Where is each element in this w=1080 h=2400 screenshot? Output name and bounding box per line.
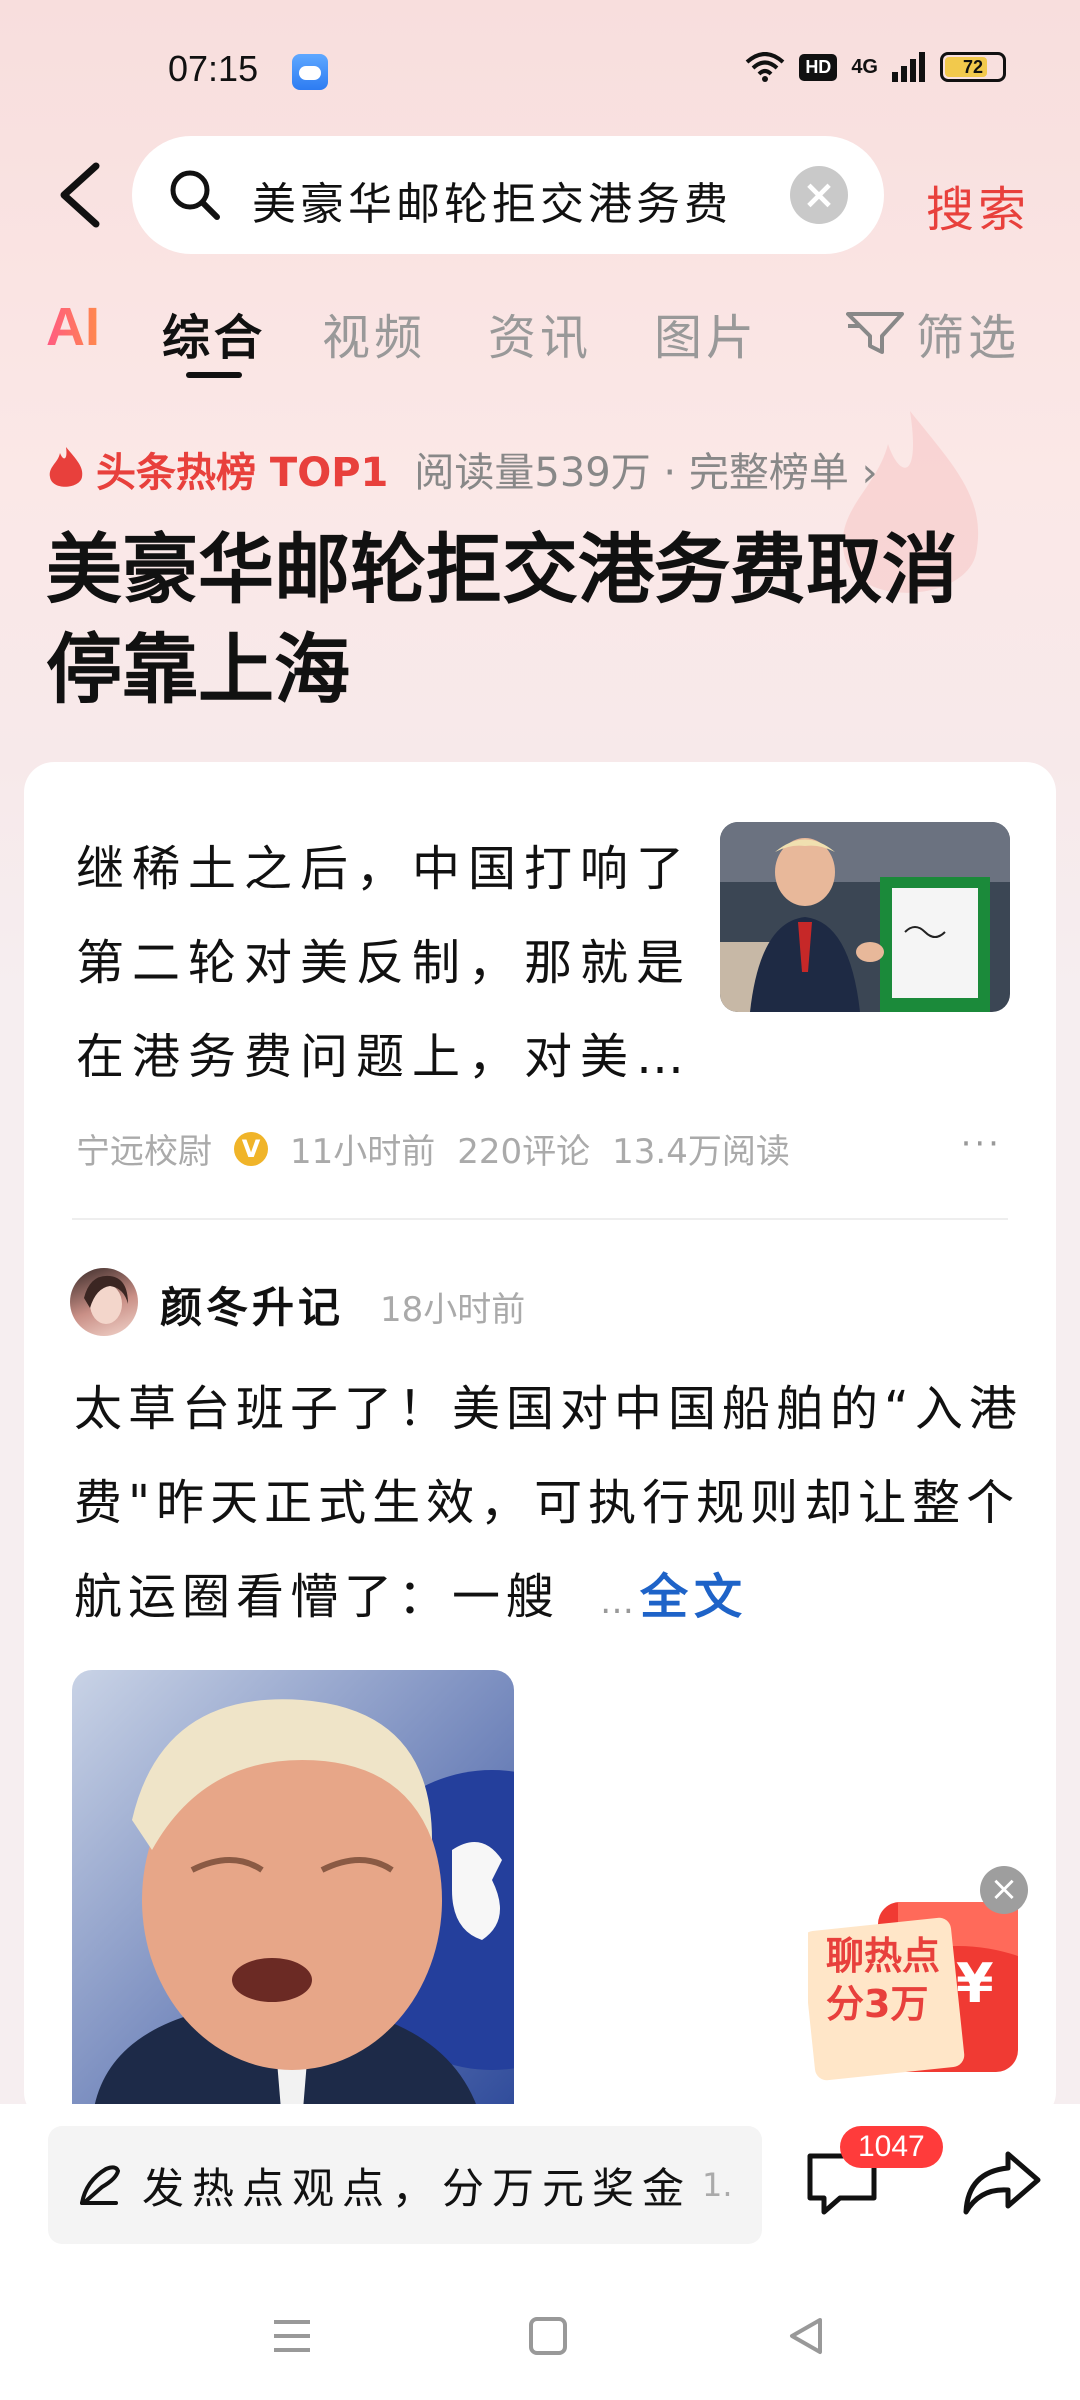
network-type: 4G xyxy=(851,55,878,78)
search-icon xyxy=(170,170,220,220)
article2-body: 太草台班子了！美国对中国船舶的“入港费"昨天正式生效，可执行规则却让整个航运圈看… xyxy=(74,1381,1023,1625)
comment-input[interactable]: 发热点观点，分万元奖金 1. xyxy=(48,2126,762,2244)
tab-video[interactable]: 视频 xyxy=(322,298,426,368)
comment-placeholder-tail: 1. xyxy=(702,2166,733,2204)
article2-image[interactable] xyxy=(72,1670,514,2122)
home-nav-icon[interactable] xyxy=(528,2316,568,2356)
filter-icon xyxy=(846,312,904,354)
article2-time: 18小时前 xyxy=(380,1290,526,1330)
filter-button[interactable]: 筛选 xyxy=(846,298,1020,368)
status-time: 07:15 xyxy=(168,48,259,89)
weather-icon xyxy=(292,54,328,90)
promo-text: 聊热点 分3万 xyxy=(826,1932,940,2028)
back-arrow-icon[interactable] xyxy=(52,160,112,230)
verified-badge-icon: V xyxy=(234,1131,268,1166)
article1-author[interactable]: 宁远校尉 xyxy=(76,1124,212,1173)
clear-search-button[interactable]: × xyxy=(790,166,848,224)
battery-icon: 72 xyxy=(940,52,1006,82)
full-text-link[interactable]: 全文 xyxy=(640,1569,748,1625)
tab-ai[interactable]: AI xyxy=(46,296,100,358)
yuan-icon: ¥ xyxy=(956,1952,994,2015)
article2-ellipsis: … xyxy=(600,1582,641,1622)
signal-icon xyxy=(892,52,925,82)
divider xyxy=(72,1218,1008,1220)
hot-rank-label: 头条热榜 TOP1 xyxy=(96,450,389,496)
menu-nav-icon[interactable] xyxy=(272,2316,312,2356)
status-indicators: HD 4G 72 xyxy=(745,52,1006,82)
tab-news[interactable]: 资讯 xyxy=(488,298,592,368)
wifi-icon xyxy=(745,52,785,82)
pen-icon xyxy=(80,2165,121,2205)
hot-rank-meta[interactable]: 阅读量539万 · 完整榜单 › xyxy=(414,440,877,498)
hd-badge: HD xyxy=(799,53,838,81)
article2-text[interactable]: 太草台班子了！美国对中国船舶的“入港费"昨天正式生效，可执行规则却让整个航运圈看… xyxy=(74,1362,1024,1649)
article1-comments: 220评论 xyxy=(457,1132,591,1172)
active-tab-indicator xyxy=(186,372,242,378)
close-promo-button[interactable]: × xyxy=(980,1866,1028,1914)
share-icon[interactable] xyxy=(960,2146,1044,2218)
article1-time: 11小时前 xyxy=(290,1132,436,1172)
article1-thumbnail[interactable] xyxy=(720,822,1010,1012)
article1-meta: 宁远校尉 V 11小时前 220评论 13.4万阅读 xyxy=(76,1124,790,1173)
tab-comprehensive[interactable]: 综合 xyxy=(162,298,266,368)
search-box[interactable]: 美豪华邮轮拒交港务费 × xyxy=(132,136,884,254)
fire-icon xyxy=(49,447,83,487)
filter-label: 筛选 xyxy=(916,310,1021,366)
search-button[interactable]: 搜索 xyxy=(926,170,1030,240)
comment-count-badge: 1047 xyxy=(840,2126,943,2168)
more-options-icon[interactable]: ··· xyxy=(961,1124,1002,1164)
article1-summary[interactable]: 继稀土之后，中国打响了第二轮对美反制，那就是在港务费问题上，对美… xyxy=(76,822,696,1104)
promo-line1: 聊热点 xyxy=(826,1934,941,1978)
comment-placeholder: 发热点观点，分万元奖金 xyxy=(142,2163,693,2213)
hot-rank-row[interactable]: 头条热榜 TOP1 阅读量539万 · 完整榜单 › xyxy=(46,440,878,498)
article1-reads: 13.4万阅读 xyxy=(612,1132,790,1172)
hot-headline: 美豪华邮轮拒交港务费取消停靠上海 xyxy=(46,525,958,714)
tab-images[interactable]: 图片 xyxy=(654,298,758,368)
battery-level: 72 xyxy=(962,57,984,77)
promo-line2: 分3万 xyxy=(826,1982,929,2026)
back-nav-icon[interactable] xyxy=(786,2316,826,2356)
avatar[interactable] xyxy=(70,1268,138,1336)
promo-widget[interactable]: 聊热点 分3万 ¥ xyxy=(808,1896,1024,2084)
article2-author[interactable]: 颜冬升记 xyxy=(160,1274,344,1335)
